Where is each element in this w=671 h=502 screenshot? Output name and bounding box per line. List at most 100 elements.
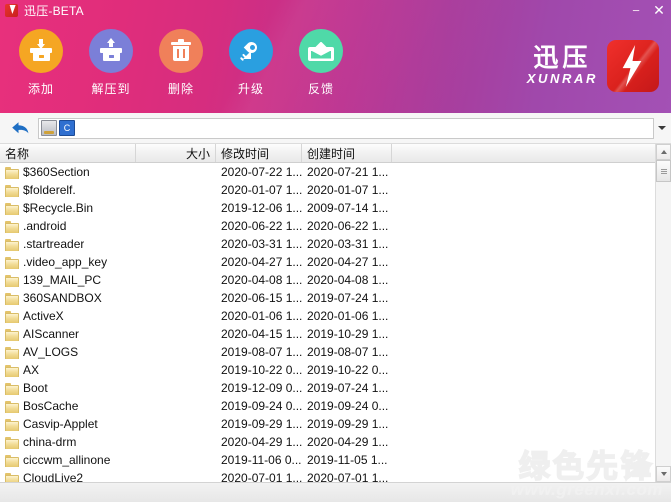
- cell-name: CloudLive2: [0, 471, 136, 482]
- cell-modified: 2019-12-09 0...: [216, 381, 302, 395]
- folder-icon: [5, 347, 18, 358]
- column-header-name[interactable]: 名称: [0, 144, 136, 162]
- table-row[interactable]: ActiveX2020-01-06 1...2020-01-06 1...: [0, 307, 655, 325]
- cell-name: china-drm: [0, 435, 136, 449]
- cell-modified: 2020-01-07 1...: [216, 183, 302, 197]
- cell-created: 2020-04-08 1...: [302, 273, 392, 287]
- cell-name: AX: [0, 363, 136, 377]
- folder-icon: [5, 383, 18, 394]
- folder-icon: [5, 437, 18, 448]
- table-row[interactable]: Boot2019-12-09 0...2019-07-24 1...: [0, 379, 655, 397]
- file-name: AIScanner: [23, 327, 79, 341]
- cell-name: Casvip-Applet: [0, 417, 136, 431]
- table-row[interactable]: $folderelf.2020-01-07 1...2020-01-07 1..…: [0, 181, 655, 199]
- brand-name-en: XUNRAR: [527, 72, 598, 86]
- file-name: 360SANDBOX: [23, 291, 102, 305]
- cell-name: AIScanner: [0, 327, 136, 341]
- scroll-thumb[interactable]: [656, 160, 671, 182]
- table-row[interactable]: .startreader2020-03-31 1...2020-03-31 1.…: [0, 235, 655, 253]
- scroll-down-arrow-icon[interactable]: [656, 466, 671, 482]
- folder-icon: [5, 311, 18, 322]
- brand-text: 迅压 XUNRAR: [527, 45, 598, 87]
- cell-modified: 2019-11-06 0...: [216, 453, 302, 467]
- folder-icon: [5, 167, 18, 178]
- cell-created: 2009-07-14 1...: [302, 201, 392, 215]
- table-row[interactable]: ciccwm_allinone2019-11-06 0...2019-11-05…: [0, 451, 655, 469]
- column-header-size[interactable]: 大小: [136, 144, 216, 162]
- column-header-modified[interactable]: 修改时间: [216, 144, 302, 162]
- folder-icon: [5, 203, 18, 214]
- toolbar-button-upgrade[interactable]: 升级: [224, 29, 278, 97]
- app-icon: [5, 4, 18, 17]
- window-controls: − ✕: [625, 0, 671, 20]
- toolbar-button-add[interactable]: 添加: [14, 29, 68, 97]
- cell-modified: 2019-08-07 1...: [216, 345, 302, 359]
- cell-created: 2019-09-29 1...: [302, 417, 392, 431]
- cell-created: 2020-01-07 1...: [302, 183, 392, 197]
- address-bar: C: [0, 113, 671, 144]
- table-row[interactable]: BosCache 2019-09-24 0...2019-09-24 0...: [0, 397, 655, 415]
- column-header-created[interactable]: 创建时间: [302, 144, 392, 162]
- table-row[interactable]: $360Section2020-07-22 1...2020-07-21 1..…: [0, 163, 655, 181]
- file-name: china-drm: [23, 435, 76, 449]
- file-name: AX: [23, 363, 39, 377]
- folder-icon: [5, 365, 18, 376]
- cell-name: BosCache: [0, 399, 136, 413]
- vertical-scrollbar[interactable]: [655, 144, 671, 482]
- cell-created: 2020-04-29 1...: [302, 435, 392, 449]
- path-input[interactable]: [77, 120, 651, 137]
- cell-modified: 2020-04-29 1...: [216, 435, 302, 449]
- toolbar-button-feedback[interactable]: 反馈: [294, 29, 348, 97]
- file-name: .android: [23, 219, 66, 233]
- chevron-down-icon[interactable]: [654, 115, 669, 142]
- back-arrow-icon[interactable]: [6, 115, 34, 141]
- minimize-button[interactable]: −: [625, 0, 647, 20]
- table-row[interactable]: AIScanner2020-04-15 1...2019-10-29 1...: [0, 325, 655, 343]
- path-field[interactable]: C: [38, 118, 654, 139]
- table-row[interactable]: $Recycle.Bin2019-12-06 1...2009-07-14 1.…: [0, 199, 655, 217]
- table-row[interactable]: Casvip-Applet2019-09-29 1...2019-09-29 1…: [0, 415, 655, 433]
- table-row[interactable]: china-drm 2020-04-29 1...2020-04-29 1...: [0, 433, 655, 451]
- brand-logo: 迅压 XUNRAR: [527, 40, 659, 92]
- table-row[interactable]: .video_app_key 2020-04-27 1...2020-04-27 …: [0, 253, 655, 271]
- table-row[interactable]: 360SANDBOX2020-06-15 1...2019-07-24 1...: [0, 289, 655, 307]
- table-row[interactable]: 139_MAIL_PC2020-04-08 1...2020-04-08 1..…: [0, 271, 655, 289]
- folder-icon: [5, 185, 18, 196]
- window-title: 迅压-BETA: [24, 2, 84, 19]
- cell-name: ActiveX: [0, 309, 136, 323]
- file-name: $360Section: [23, 165, 90, 179]
- scroll-track[interactable]: [656, 160, 671, 466]
- brand-name-cn: 迅压: [533, 45, 591, 71]
- file-rows: $360Section2020-07-22 1...2020-07-21 1..…: [0, 163, 655, 482]
- cell-created: 2020-03-31 1...: [302, 237, 392, 251]
- cell-modified: 2019-09-24 0...: [216, 399, 302, 413]
- cell-created: 2020-06-22 1...: [302, 219, 392, 233]
- scroll-up-arrow-icon[interactable]: [656, 144, 671, 160]
- close-button[interactable]: ✕: [647, 0, 671, 20]
- cell-modified: 2020-04-15 1...: [216, 327, 302, 341]
- table-row[interactable]: AX2019-10-22 0...2019-10-22 0...: [0, 361, 655, 379]
- cell-modified: 2020-04-27 1...: [216, 255, 302, 269]
- cell-name: ciccwm_allinone: [0, 453, 136, 467]
- cell-created: 2019-08-07 1...: [302, 345, 392, 359]
- file-name: .video_app_key: [23, 255, 107, 269]
- cell-modified: 2020-06-22 1...: [216, 219, 302, 233]
- cell-name: 139_MAIL_PC: [0, 273, 136, 287]
- archive-add-icon: [19, 29, 63, 73]
- toolbar-button-delete[interactable]: 删除: [154, 29, 208, 97]
- table-row[interactable]: AV_LOGS 2019-08-07 1...2019-08-07 1...: [0, 343, 655, 361]
- cell-name: .video_app_key: [0, 255, 136, 269]
- cell-created: 2020-04-27 1...: [302, 255, 392, 269]
- cell-created: 2020-07-01 1...: [302, 471, 392, 482]
- folder-icon: [5, 419, 18, 430]
- file-name: AV_LOGS: [23, 345, 78, 359]
- cell-created: 2019-09-24 0...: [302, 399, 392, 413]
- file-name: Boot: [23, 381, 48, 395]
- table-row[interactable]: CloudLive22020-07-01 1...2020-07-01 1...: [0, 469, 655, 482]
- cell-modified: 2019-10-22 0...: [216, 363, 302, 377]
- table-row[interactable]: .android 2020-06-22 1...2020-06-22 1...: [0, 217, 655, 235]
- lightning-bolt-logo: [607, 40, 659, 92]
- cell-name: 360SANDBOX: [0, 291, 136, 305]
- cell-name: .android: [0, 219, 136, 233]
- toolbar-button-extract[interactable]: 解压到: [84, 29, 138, 97]
